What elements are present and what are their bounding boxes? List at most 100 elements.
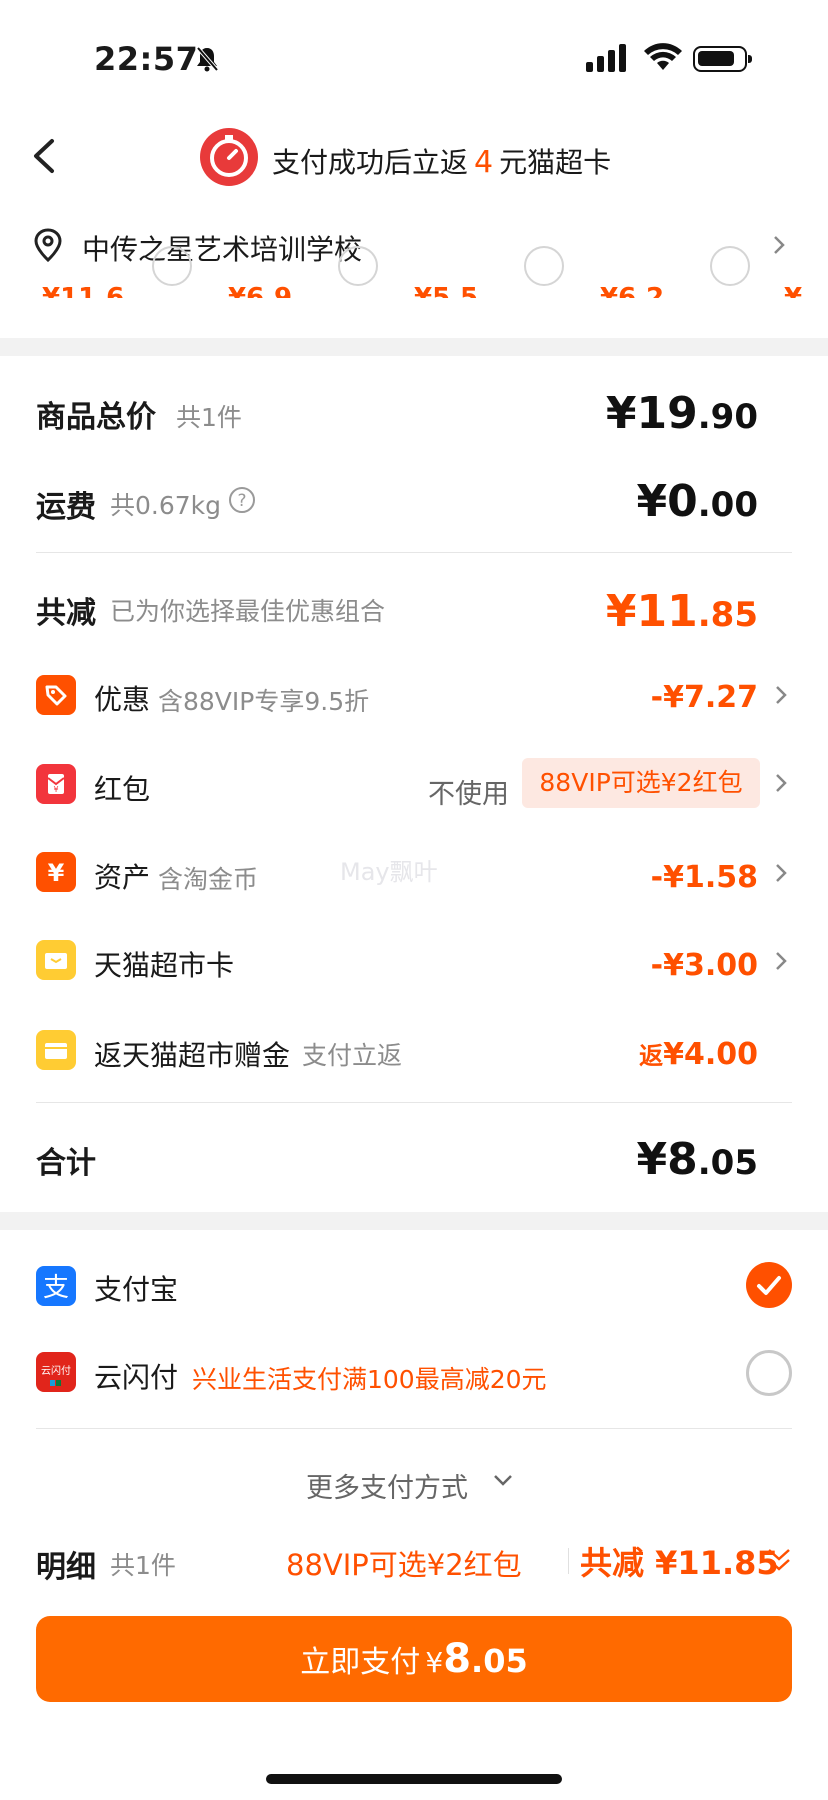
svg-text:¥: ¥	[53, 785, 58, 794]
coupon-strip-radio[interactable]	[710, 246, 750, 286]
goods-price-dec: .90	[697, 397, 758, 437]
discount-item-label: 资产	[94, 861, 151, 894]
tmall-gift-icon	[36, 1030, 76, 1070]
shipping-price-dec: .00	[697, 485, 758, 525]
red-envelope-value[interactable]: 不使用	[428, 772, 509, 811]
discount-amount-dec: .85	[697, 595, 758, 635]
detail-label[interactable]: 明细	[36, 1542, 96, 1586]
shipping-weight: 共0.67kg	[110, 491, 222, 520]
divider	[36, 1102, 792, 1103]
pay-dec: .05	[471, 1642, 528, 1680]
payment-method-label[interactable]: 支付宝	[94, 1268, 178, 1308]
section-separator	[0, 1212, 828, 1230]
payment-promo: 兴业生活支付满100最高减20元	[192, 1365, 547, 1394]
yen-coin-icon: ¥	[36, 852, 76, 892]
goods-total-price: ¥19.90	[606, 388, 758, 439]
discount-item-label: 天猫超市卡	[94, 949, 235, 982]
tag-icon	[36, 675, 76, 715]
discount-item-label: 优惠	[94, 683, 151, 716]
address-chevron-right-icon[interactable]	[772, 234, 786, 256]
coupon-strip-item[interactable]: ¥5.5	[414, 276, 478, 298]
pay-label: 立即支付	[300, 1645, 421, 1680]
unionpay-quickpass-icon: 云闪付	[36, 1352, 76, 1392]
header-title: 支付成功后立返 4 元猫超卡	[272, 141, 611, 181]
shipping-price-int: ¥0	[636, 476, 698, 527]
back-chevron-icon[interactable]	[30, 138, 58, 174]
coupon-strip-radio[interactable]	[152, 246, 192, 286]
footer-divider	[568, 1548, 569, 1574]
coupon-strip-item[interactable]: ¥	[784, 276, 802, 298]
grand-total-price: ¥8.05	[637, 1134, 758, 1185]
header-title-amount: 4	[474, 145, 494, 180]
discount-item-sub: 支付立返	[302, 1041, 403, 1070]
discount-item-sub: 含88VIP专享9.5折	[158, 687, 370, 716]
total-price-dec: .05	[697, 1143, 758, 1183]
discount-item-sub: 含淘金币	[158, 865, 259, 894]
coupon-strip-item[interactable]: ¥11.6	[42, 276, 124, 298]
divider	[36, 552, 792, 553]
home-indicator[interactable]	[266, 1774, 562, 1784]
divider	[36, 1428, 792, 1429]
discount-item-label: 红包	[94, 773, 151, 806]
payment-radio-unselected[interactable]	[746, 1350, 792, 1396]
header-title-prefix: 支付成功后立返	[272, 146, 469, 179]
check-icon	[757, 1276, 781, 1295]
chevron-right-icon[interactable]	[774, 684, 788, 706]
section-separator	[0, 338, 828, 356]
help-circle-icon[interactable]: ?	[228, 486, 256, 514]
discount-item-amount: 返¥4.00	[639, 1036, 758, 1072]
location-pin-icon	[34, 228, 62, 262]
bell-muted-icon	[196, 46, 218, 72]
discount-item-amount[interactable]: -¥1.58	[651, 860, 758, 895]
cellular-signal-icon	[586, 44, 626, 72]
rebate-amount: ¥4.00	[663, 1037, 758, 1072]
pay-int: 8	[443, 1636, 472, 1682]
alipay-icon: 支	[36, 1266, 76, 1306]
goods-total-label: 商品总价	[36, 400, 156, 435]
payment-radio-selected[interactable]	[746, 1262, 792, 1308]
watermark: May飘叶	[340, 858, 438, 886]
pay-currency: ¥	[425, 1646, 444, 1679]
total-price-int: ¥8	[636, 1134, 698, 1185]
double-chevron-down-icon[interactable]	[766, 1546, 792, 1574]
tmall-card-icon	[36, 940, 76, 980]
discount-total-amount: ¥11.85	[606, 586, 758, 637]
pay-now-button[interactable]: 立即支付 ¥8.05	[36, 1616, 792, 1702]
rebate-prefix: 返	[639, 1042, 664, 1070]
wifi-icon	[644, 43, 682, 70]
footer-saved: 共减 ¥11.85	[580, 1538, 779, 1584]
coupon-strip-item[interactable]: ¥6.9	[228, 276, 292, 298]
discount-item-amount[interactable]: -¥7.27	[651, 680, 758, 715]
grand-total-label: 合计	[36, 1146, 96, 1181]
coupon-strip-radio[interactable]	[524, 246, 564, 286]
svg-text:¥: ¥	[48, 859, 65, 887]
discount-item-label: 返天猫超市赠金	[94, 1039, 291, 1072]
coupon-strip-radio[interactable]	[338, 246, 378, 286]
more-payment-methods[interactable]: 更多支付方式	[306, 1466, 468, 1505]
svg-text:?: ?	[237, 491, 246, 511]
discount-total-sub: 已为你选择最佳优惠组合	[110, 597, 386, 626]
header-title-suffix: 元猫超卡	[499, 146, 612, 179]
address-name[interactable]: 中传之星艺术培训学校	[82, 228, 362, 268]
coupon-strip-item[interactable]: ¥6.2	[600, 276, 664, 298]
detail-count: 共1件	[110, 1551, 176, 1580]
discount-item-amount[interactable]: -¥3.00	[651, 948, 758, 983]
payment-method-label[interactable]: 云闪付	[94, 1356, 178, 1396]
saved-label: 共减	[580, 1544, 645, 1582]
chevron-right-icon[interactable]	[774, 772, 788, 794]
discount-amount-int: ¥11	[605, 586, 698, 637]
red-envelope-icon: ¥	[36, 764, 76, 804]
shipping-label: 运费	[36, 490, 96, 525]
battery-icon	[693, 46, 752, 72]
vip-hint[interactable]: 88VIP可选¥2红包	[286, 1542, 522, 1584]
chevron-right-icon[interactable]	[774, 862, 788, 884]
shipping-price: ¥0.00	[637, 476, 758, 527]
svg-text:云闪付: 云闪付	[41, 1364, 71, 1377]
saved-amount: ¥11.85	[655, 1544, 779, 1582]
chevron-down-icon[interactable]	[492, 1472, 514, 1488]
discount-total-label: 共减	[36, 596, 96, 631]
goods-count: 共1件	[176, 403, 242, 432]
status-time: 22:57	[94, 40, 199, 78]
chevron-right-icon[interactable]	[774, 950, 788, 972]
vip-red-envelope-tag[interactable]: 88VIP可选¥2红包	[522, 758, 760, 808]
